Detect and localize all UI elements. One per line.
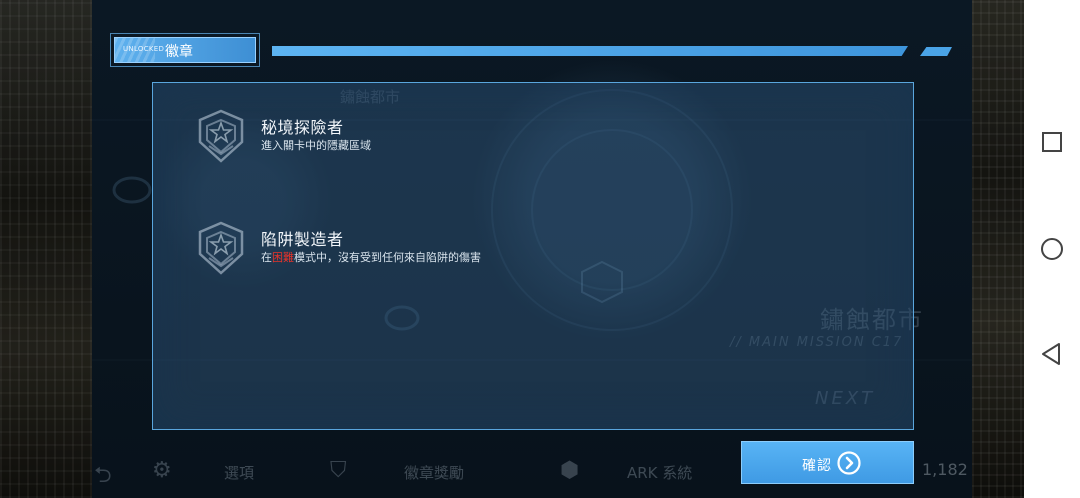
badges-header-tag: UNLOCKED 徽章 (110, 33, 260, 67)
options-label[interactable]: 選項 (224, 462, 254, 483)
currency-count: 1,182 (922, 460, 968, 479)
confirm-label: 確認 (802, 458, 832, 474)
desc-text-tail: 模式中，沒有受到任何來自陷阱的傷害 (294, 251, 481, 264)
gear-icon[interactable]: ⚙ (152, 458, 172, 483)
badge-description: 在困難模式中，沒有受到任何來自陷阱的傷害 (261, 251, 511, 264)
star-shield-icon (198, 109, 244, 163)
return-icon[interactable]: ⮌ (94, 458, 112, 496)
recent-apps-icon[interactable] (1038, 128, 1066, 156)
ark-system-label[interactable]: ARK 系統 (627, 462, 692, 483)
game-screen: 鏽蝕都市 鏽蝕都市 // MAIN MISSION C17 NEXT ⮌ ⚙ 選… (0, 0, 1024, 498)
badge-name: 陷阱製造者 (261, 230, 344, 249)
desc-text: 進入關卡中的隱藏區域 (261, 139, 371, 152)
badge-rewards-label[interactable]: 徽章獎勵 (404, 462, 464, 483)
badge-item: 陷阱製造者 在困難模式中，沒有受到任何來自陷阱的傷害 (195, 220, 715, 290)
ark-hex-icon[interactable]: ⬢ (560, 458, 579, 483)
badge-name: 秘境探險者 (261, 118, 344, 137)
desc-highlight: 困難 (272, 251, 294, 264)
badge-item: 秘境探險者 進入關卡中的隱藏區域 (195, 108, 715, 178)
star-shield-icon (198, 221, 244, 275)
chevron-right-circle-icon (837, 451, 861, 475)
unlocked-badges-panel: 秘境探險者 進入關卡中的隱藏區域 陷阱製造者 在困難模式中，沒有受到任何來自陷阱… (152, 82, 914, 430)
city-edge-left (0, 0, 92, 498)
badge-shield-icon[interactable]: ⛉ (330, 458, 347, 483)
home-icon[interactable] (1038, 235, 1066, 263)
header-bar (272, 46, 908, 56)
confirm-button[interactable]: 確認 (741, 441, 914, 484)
back-icon[interactable] (1038, 340, 1066, 368)
system-navigation-bar (1024, 0, 1080, 498)
desc-text: 在 (261, 251, 272, 264)
bottom-toolbar: ⮌ ⚙ 選項 ⛉ 徽章獎勵 ⬢ ARK 系統 (92, 450, 732, 490)
city-edge-right (972, 0, 1024, 498)
badge-description: 進入關卡中的隱藏區域 (261, 139, 511, 152)
page-title: 徽章 (165, 44, 193, 60)
unlocked-label: UNLOCKED (123, 45, 165, 53)
